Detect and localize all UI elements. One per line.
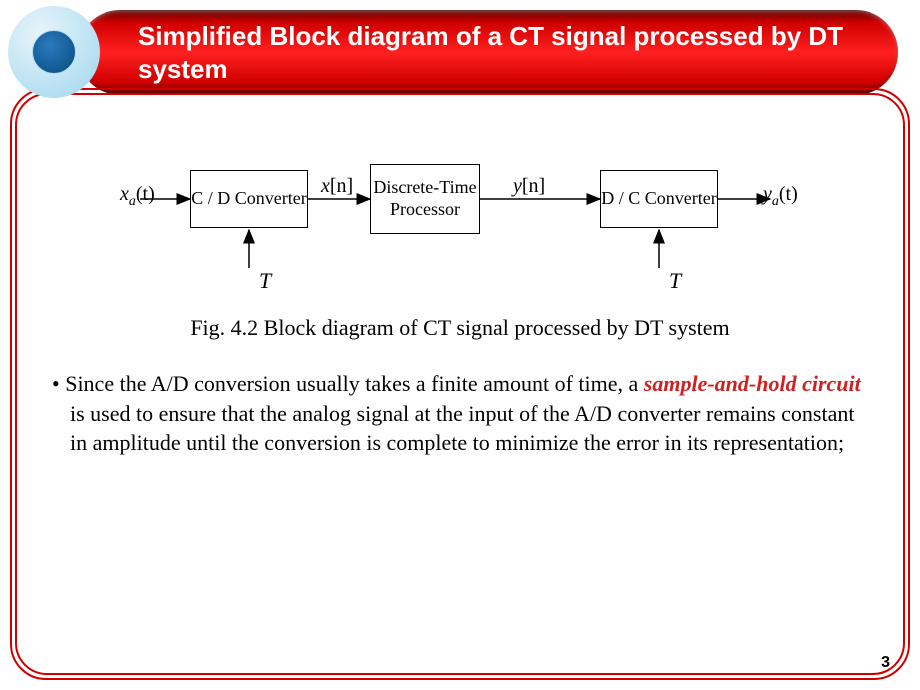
dt-processor-block: Discrete-Time Processor (370, 164, 480, 234)
slide-content: C / D Converter Discrete-Time Processor … (40, 130, 880, 650)
period-t-left: T (259, 268, 271, 294)
xa-sub: a (129, 194, 136, 209)
logo-emblem-icon (32, 30, 76, 74)
xa-arg: (t) (136, 183, 155, 205)
body-pre: Since the A/D conversion usually takes a… (60, 371, 644, 396)
body-emphasis: sample-and-hold circuit (644, 371, 861, 396)
signal-xn: x[n] (321, 175, 353, 198)
xa-var: x (120, 183, 129, 205)
signal-yn: y[n] (513, 175, 545, 198)
signal-ya: ya(t) (763, 183, 798, 210)
cd-converter-block: C / D Converter (190, 170, 308, 228)
university-logo (8, 6, 100, 98)
cd-label: C / D Converter (191, 188, 306, 210)
xn-arg: [n] (330, 175, 353, 197)
signal-xa: xa(t) (120, 183, 155, 210)
yn-var: y (513, 175, 522, 197)
title-banner: Simplified Block diagram of a CT signal … (78, 10, 898, 95)
dc-label: D / C Converter (601, 188, 716, 210)
dt-label: Discrete-Time Processor (371, 177, 479, 220)
xn-var: x (321, 175, 330, 197)
ya-arg: (t) (779, 183, 798, 205)
bullet-icon: • (52, 371, 60, 396)
body-paragraph: • Since the A/D conversion usually takes… (40, 369, 880, 458)
block-diagram: C / D Converter Discrete-Time Processor … (40, 150, 880, 305)
ya-var: y (763, 183, 772, 205)
yn-arg: [n] (522, 175, 545, 197)
ya-sub: a (772, 194, 779, 209)
figure-caption: Fig. 4.2 Block diagram of CT signal proc… (40, 315, 880, 341)
period-t-right: T (669, 268, 681, 294)
body-post: is used to ensure that the analog signal… (70, 401, 854, 456)
dc-converter-block: D / C Converter (600, 170, 718, 228)
page-number: 3 (881, 654, 890, 672)
slide-title: Simplified Block diagram of a CT signal … (138, 20, 898, 85)
